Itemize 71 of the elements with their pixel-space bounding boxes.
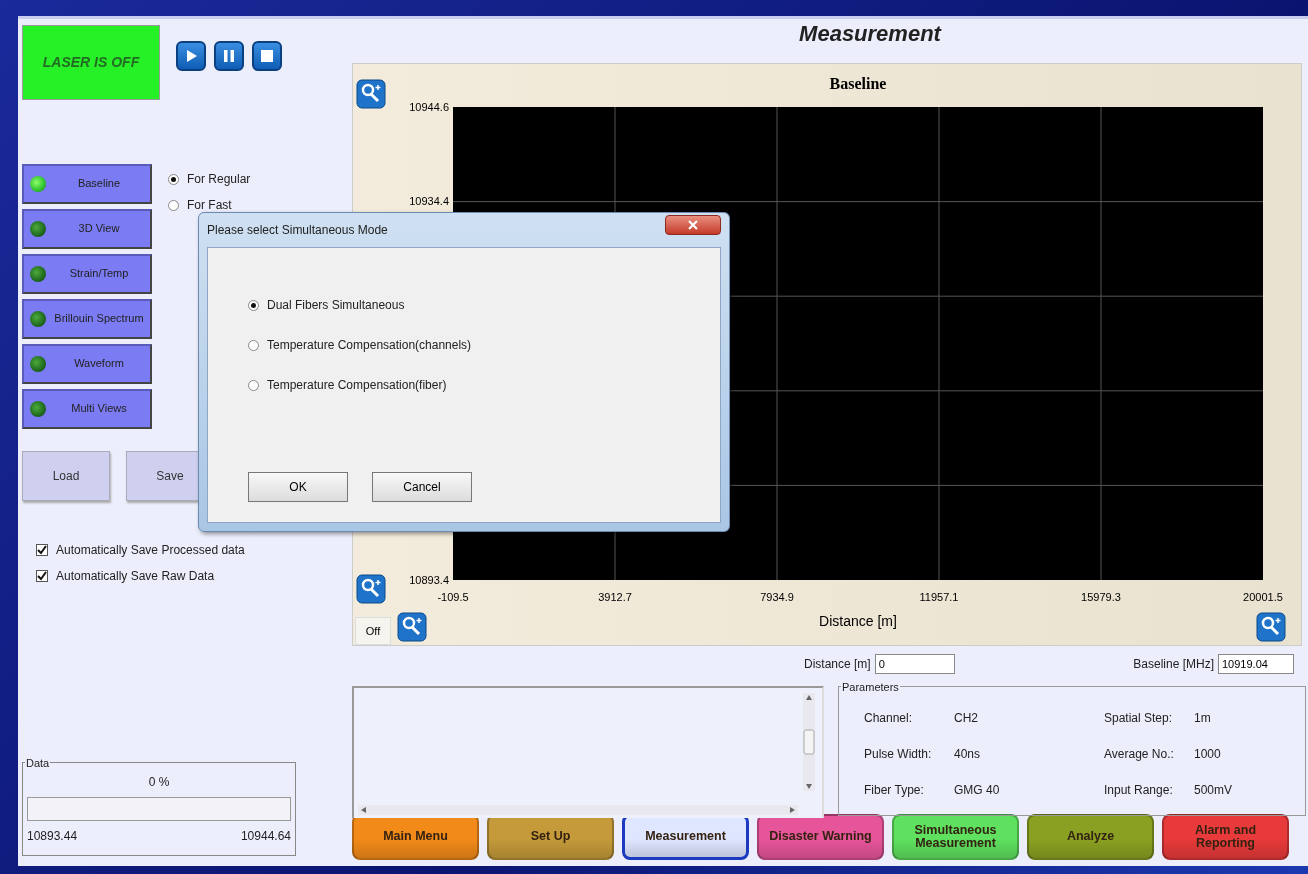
zoom-button[interactable] — [397, 612, 427, 642]
x-tick-label: 7934.9 — [760, 591, 794, 603]
parameter-label: Fiber Type: — [864, 782, 925, 799]
field-label: Distance [m] — [804, 656, 871, 673]
max-value: 10944.64 — [240, 828, 291, 845]
parameter-value: GMG 40 — [954, 782, 1001, 799]
zoom-button[interactable] — [356, 574, 386, 604]
parameter-label: Pulse Width: — [864, 746, 933, 763]
chart-title: Baseline — [829, 75, 887, 92]
radio-label: For Regular — [187, 171, 251, 188]
min-value: 10893.44 — [27, 828, 78, 845]
stop-icon — [258, 47, 276, 65]
radio-label: Temperature Compensation(fiber) — [267, 377, 447, 394]
parameter-value: 500mV — [1194, 782, 1234, 799]
checkbox[interactable] — [36, 570, 48, 582]
parameter-value: CH2 — [954, 710, 979, 727]
checkbox-label: Automatically Save Raw Data — [56, 568, 215, 585]
radio-button[interactable] — [248, 379, 259, 391]
view-button[interactable]: Brillouin Spectrum — [22, 299, 152, 339]
x-tick-label: 11957.1 — [919, 591, 959, 603]
parameter-value: 1000 — [1194, 746, 1222, 763]
parameter-value: 1m — [1194, 710, 1212, 727]
dialog-title: Please select Simultaneous Mode — [207, 222, 388, 239]
radio-button[interactable] — [248, 299, 259, 311]
load-button[interactable]: Load — [22, 451, 110, 501]
checkbox[interactable] — [36, 544, 48, 556]
radio-label: For Fast — [187, 197, 232, 214]
nav-button[interactable]: Analyze — [1027, 814, 1154, 860]
page-title: Measurement — [798, 20, 943, 48]
y-tick-label: 10944.6 — [409, 101, 449, 113]
close-icon — [687, 219, 699, 231]
radio-label: Dual Fibers Simultaneous — [267, 297, 405, 314]
zoom-button[interactable] — [356, 79, 386, 109]
parameter-label: Channel: — [864, 710, 914, 727]
play-button[interactable] — [176, 41, 206, 71]
input-field[interactable]: 0 — [874, 654, 955, 674]
parameter-value: 40ns — [954, 746, 982, 763]
x-tick-label: 20001.5 — [1243, 591, 1283, 603]
nav-button[interactable]: Disaster Warning — [757, 814, 884, 860]
close-button[interactable] — [665, 215, 721, 235]
y-tick-label: 10893.4 — [409, 574, 449, 586]
checkbox-label: Automatically Save Processed data — [56, 542, 245, 559]
radio-button[interactable] — [168, 199, 179, 211]
ok-button[interactable]: OK — [248, 472, 348, 502]
parameter-label: Spatial Step: — [1104, 710, 1174, 727]
off-button[interactable]: Off — [355, 617, 391, 645]
stop-button[interactable] — [252, 41, 282, 71]
zoom-button[interactable] — [1256, 612, 1286, 642]
progress-percent: 0 % — [147, 774, 171, 791]
x-axis-label: Distance [m] — [819, 613, 897, 629]
view-button[interactable]: Waveform — [22, 344, 152, 384]
radio-label: Temperature Compensation(channels) — [267, 337, 472, 354]
parameter-label: Input Range: — [1104, 782, 1174, 799]
view-button[interactable]: 3D View — [22, 209, 152, 249]
input-field[interactable]: 10919.04 — [1218, 654, 1294, 674]
x-tick-label: 15979.3 — [1081, 591, 1121, 603]
field-label: Baseline [MHz] — [1133, 656, 1214, 673]
parameter-label: Average No.: — [1104, 746, 1175, 763]
x-tick-label: -109.5 — [437, 591, 469, 603]
view-button[interactable]: Strain/Temp — [22, 254, 152, 294]
y-tick-label: 10934.4 — [409, 195, 449, 208]
view-button[interactable]: Multi Views — [22, 389, 152, 429]
pause-button[interactable] — [214, 41, 244, 71]
nav-button[interactable]: Alarm and Reporting — [1162, 814, 1289, 860]
status-indicator: LASER IS OFF — [22, 25, 160, 100]
x-tick-label: 3912.7 — [598, 591, 632, 603]
radio-button[interactable] — [168, 173, 179, 185]
radio-button[interactable] — [248, 339, 259, 351]
view-button[interactable]: Baseline — [22, 164, 152, 204]
nav-button[interactable]: Simultaneous Measurement — [892, 814, 1019, 860]
cancel-button[interactable]: Cancel — [372, 472, 472, 502]
